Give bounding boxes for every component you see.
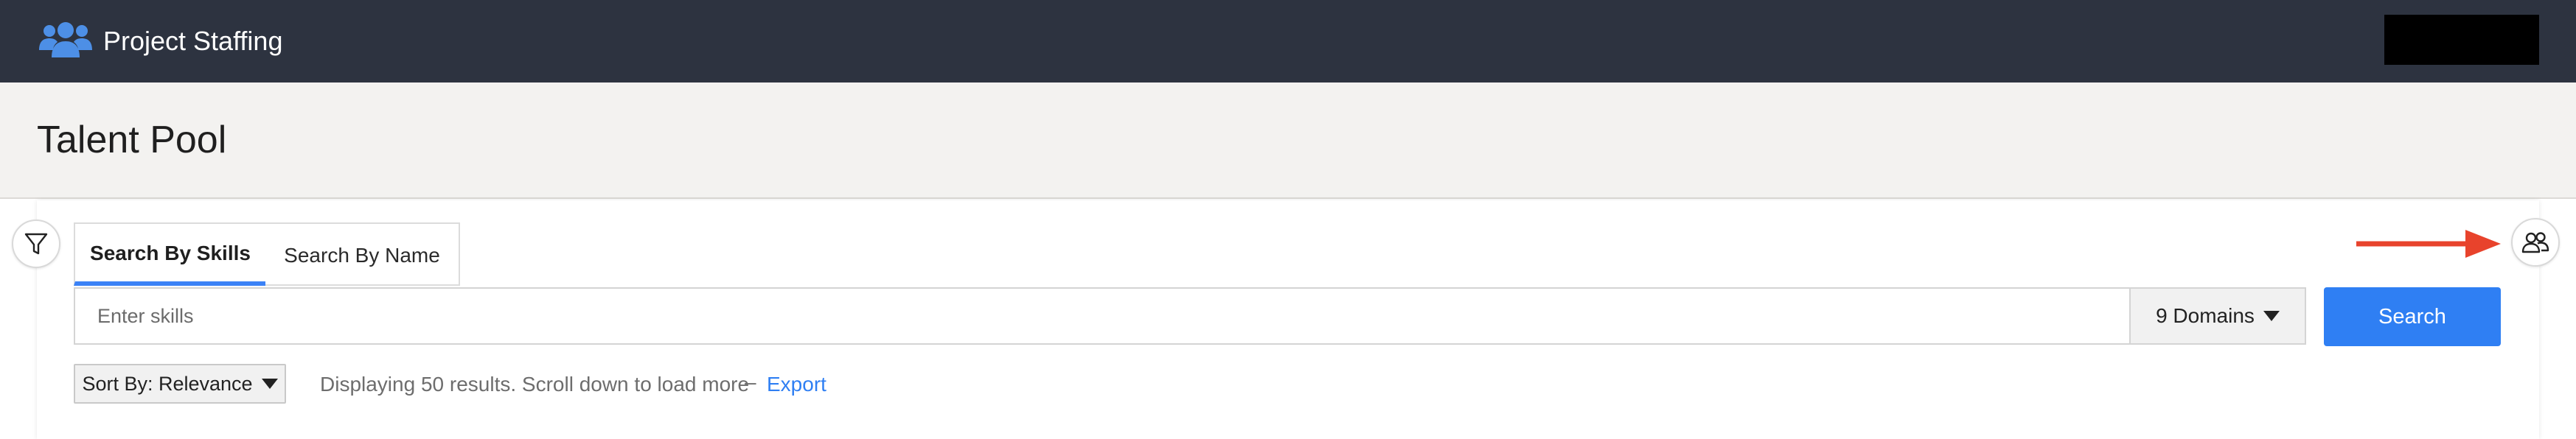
page-header: Talent Pool [0, 82, 2576, 199]
export-link[interactable]: Export [767, 371, 826, 398]
tab-search-by-skills[interactable]: Search By Skills [74, 222, 267, 286]
account-menu-redacted[interactable] [2384, 15, 2539, 65]
domains-dropdown[interactable]: 9 Domains [2129, 287, 2306, 345]
annotation-arrow-icon [2356, 230, 2501, 258]
domains-dropdown-label: 9 Domains [2156, 304, 2255, 327]
team-members-button[interactable] [2511, 218, 2560, 267]
filter-button[interactable] [12, 220, 60, 268]
skills-search-input[interactable] [74, 287, 2131, 345]
filter-icon [24, 233, 48, 255]
results-summary: Displaying 50 results. Scroll down to lo… [320, 373, 750, 396]
caret-down-icon [2263, 311, 2280, 321]
people-group-icon [39, 22, 92, 57]
results-separator: – [745, 370, 756, 393]
app-header: Project Staffing [0, 0, 2576, 82]
page-title: Talent Pool [37, 119, 227, 161]
caret-down-icon [261, 379, 278, 389]
sort-dropdown[interactable]: Sort By: Relevance [74, 364, 286, 404]
search-button[interactable]: Search [2324, 287, 2501, 346]
sort-dropdown-label: Sort By: Relevance [82, 372, 253, 395]
app-title: Project Staffing [103, 26, 283, 56]
tab-search-by-name[interactable]: Search By Name [265, 222, 460, 286]
team-members-icon [2521, 232, 2549, 253]
